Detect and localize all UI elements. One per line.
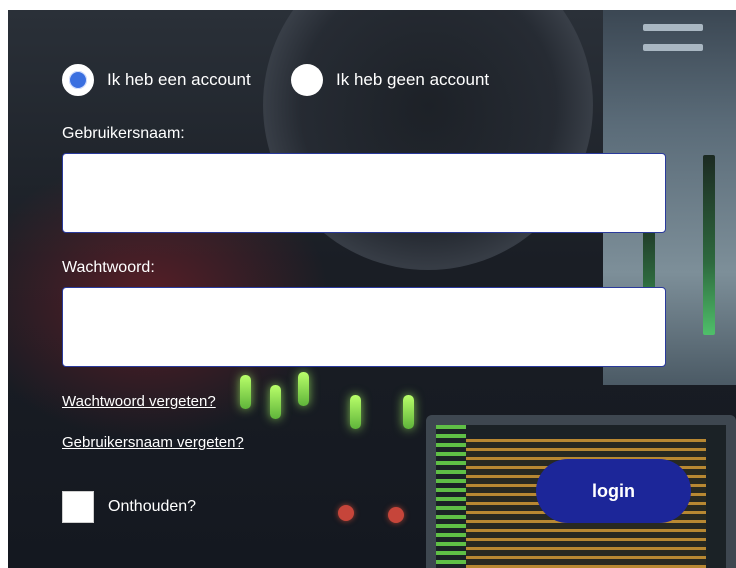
- no-account-label: Ik heb geen account: [336, 70, 490, 89]
- background-meter: [703, 155, 715, 335]
- forgot-username-link[interactable]: Gebruikersnaam vergeten?: [62, 434, 244, 451]
- no-account-radio[interactable]: [291, 64, 323, 96]
- background-knob: [338, 505, 354, 521]
- remember-checkbox[interactable]: [62, 491, 94, 523]
- background-led: [240, 375, 251, 409]
- forgot-password-link[interactable]: Wachtwoord vergeten?: [62, 393, 216, 410]
- password-input[interactable]: [62, 287, 666, 367]
- background-led: [298, 372, 309, 406]
- remember-label: Onthouden?: [108, 498, 197, 515]
- username-input[interactable]: [62, 153, 666, 233]
- password-label: Wachtwoord:: [62, 259, 155, 276]
- login-button[interactable]: login: [536, 459, 691, 523]
- username-label: Gebruikersnaam:: [62, 125, 185, 142]
- background-led: [403, 395, 414, 429]
- background-detail: [643, 44, 703, 51]
- has-account-label: Ik heb een account: [107, 70, 251, 89]
- has-account-radio[interactable]: [62, 64, 94, 96]
- background-led: [350, 395, 361, 429]
- background-led: [270, 385, 281, 419]
- login-form-panel: Ik heb een account Ik heb geen account G…: [8, 10, 736, 568]
- background-detail: [643, 24, 703, 31]
- background-detail: [436, 425, 466, 568]
- background-knob: [388, 507, 404, 523]
